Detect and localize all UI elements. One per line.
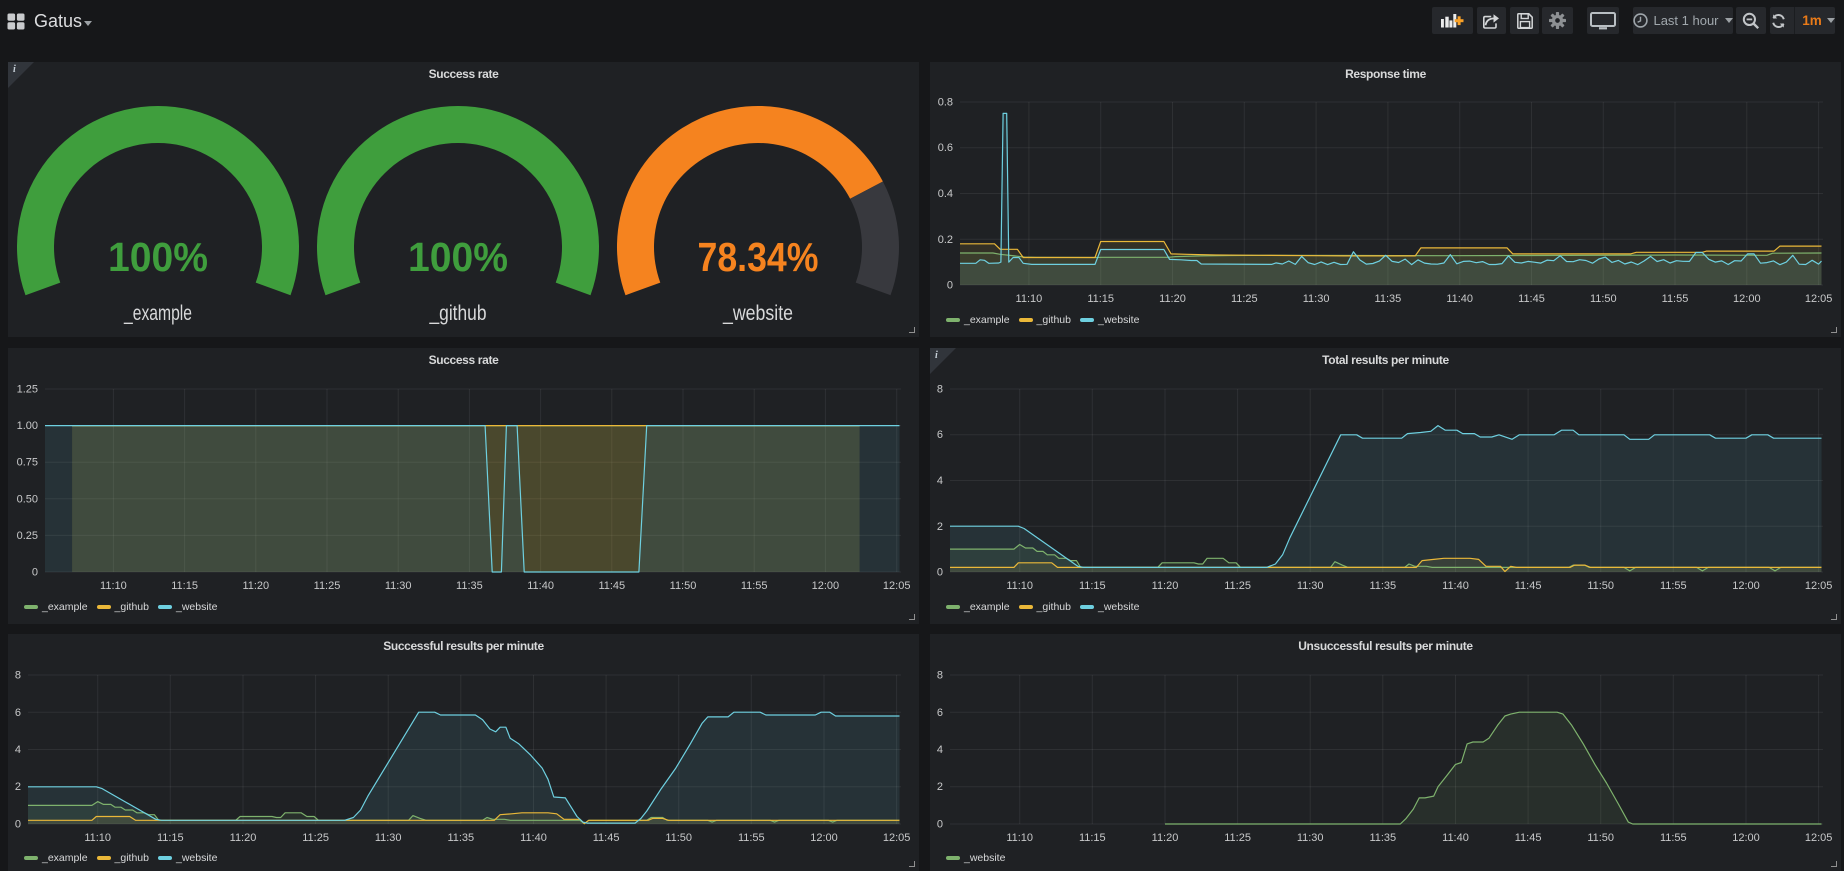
svg-text:11:10: 11:10 xyxy=(84,832,111,844)
svg-text:_website: _website xyxy=(722,302,793,325)
svg-text:11:40: 11:40 xyxy=(1442,832,1469,844)
svg-text:11:50: 11:50 xyxy=(665,832,692,844)
svg-text:0: 0 xyxy=(937,567,943,579)
svg-text:11:55: 11:55 xyxy=(1660,832,1687,844)
svg-text:0.50: 0.50 xyxy=(17,493,38,505)
svg-text:78.34%: 78.34% xyxy=(698,234,819,280)
svg-text:12:05: 12:05 xyxy=(883,832,911,844)
svg-text:11:15: 11:15 xyxy=(171,580,198,592)
svg-text:4: 4 xyxy=(937,744,943,756)
svg-text:11:20: 11:20 xyxy=(242,580,269,592)
svg-text:11:30: 11:30 xyxy=(1303,293,1330,305)
svg-text:11:20: 11:20 xyxy=(1152,580,1179,592)
svg-text:0: 0 xyxy=(15,819,21,831)
svg-text:2: 2 xyxy=(15,781,21,793)
svg-text:11:25: 11:25 xyxy=(1224,580,1251,592)
svg-text:11:45: 11:45 xyxy=(1515,832,1542,844)
svg-text:2: 2 xyxy=(937,781,943,793)
svg-text:11:40: 11:40 xyxy=(520,832,547,844)
svg-text:11:35: 11:35 xyxy=(447,832,474,844)
svg-text:4: 4 xyxy=(15,744,21,756)
svg-text:4: 4 xyxy=(937,475,943,487)
svg-text:_example: _example xyxy=(123,302,192,325)
svg-text:11:50: 11:50 xyxy=(670,580,697,592)
svg-text:11:55: 11:55 xyxy=(741,580,768,592)
svg-text:11:15: 11:15 xyxy=(1087,293,1114,305)
svg-text:11:10: 11:10 xyxy=(100,580,127,592)
svg-text:11:35: 11:35 xyxy=(456,580,483,592)
svg-text:12:05: 12:05 xyxy=(1805,293,1833,305)
svg-text:11:10: 11:10 xyxy=(1006,832,1033,844)
svg-text:11:25: 11:25 xyxy=(1224,832,1251,844)
svg-text:11:30: 11:30 xyxy=(385,580,412,592)
svg-text:1.25: 1.25 xyxy=(17,384,38,396)
svg-text:8: 8 xyxy=(15,670,21,682)
svg-text:11:25: 11:25 xyxy=(314,580,341,592)
svg-text:6: 6 xyxy=(15,707,21,719)
svg-text:2: 2 xyxy=(937,521,943,533)
svg-text:11:25: 11:25 xyxy=(1231,293,1258,305)
svg-text:100%: 100% xyxy=(108,234,208,280)
svg-text:11:10: 11:10 xyxy=(1006,580,1033,592)
svg-text:11:55: 11:55 xyxy=(1662,293,1689,305)
svg-text:0.25: 0.25 xyxy=(17,530,38,542)
svg-text:11:35: 11:35 xyxy=(1369,832,1396,844)
svg-text:12:05: 12:05 xyxy=(1805,580,1833,592)
svg-text:11:30: 11:30 xyxy=(1297,832,1324,844)
svg-text:0.8: 0.8 xyxy=(938,97,953,109)
svg-text:11:45: 11:45 xyxy=(593,832,620,844)
svg-text:100%: 100% xyxy=(408,234,508,280)
svg-text:11:30: 11:30 xyxy=(1297,580,1324,592)
svg-text:0: 0 xyxy=(947,280,953,292)
svg-text:11:20: 11:20 xyxy=(1159,293,1186,305)
svg-text:12:00: 12:00 xyxy=(1732,832,1760,844)
svg-text:0: 0 xyxy=(937,819,943,831)
svg-text:11:25: 11:25 xyxy=(302,832,329,844)
svg-text:_github: _github xyxy=(429,302,487,325)
svg-text:11:10: 11:10 xyxy=(1016,293,1043,305)
svg-text:11:20: 11:20 xyxy=(1152,832,1179,844)
svg-text:11:40: 11:40 xyxy=(1442,580,1469,592)
svg-text:12:05: 12:05 xyxy=(1805,832,1833,844)
svg-text:12:05: 12:05 xyxy=(883,580,911,592)
svg-text:6: 6 xyxy=(937,429,943,441)
svg-text:11:15: 11:15 xyxy=(1079,580,1106,592)
svg-text:11:35: 11:35 xyxy=(1369,580,1396,592)
svg-text:11:20: 11:20 xyxy=(230,832,257,844)
svg-text:11:45: 11:45 xyxy=(1518,293,1545,305)
svg-text:12:00: 12:00 xyxy=(1732,580,1760,592)
svg-text:8: 8 xyxy=(937,670,943,682)
svg-text:11:15: 11:15 xyxy=(157,832,184,844)
svg-text:11:50: 11:50 xyxy=(1590,293,1617,305)
svg-text:0.2: 0.2 xyxy=(938,234,953,246)
svg-text:11:15: 11:15 xyxy=(1079,832,1106,844)
svg-text:12:00: 12:00 xyxy=(812,580,840,592)
svg-text:11:40: 11:40 xyxy=(1446,293,1473,305)
svg-text:8: 8 xyxy=(937,384,943,396)
svg-text:0.4: 0.4 xyxy=(938,188,953,200)
svg-text:11:45: 11:45 xyxy=(598,580,625,592)
svg-text:12:00: 12:00 xyxy=(810,832,838,844)
svg-text:11:35: 11:35 xyxy=(1375,293,1402,305)
svg-text:11:55: 11:55 xyxy=(738,832,765,844)
svg-text:11:45: 11:45 xyxy=(1515,580,1542,592)
svg-text:11:30: 11:30 xyxy=(375,832,402,844)
svg-text:0.75: 0.75 xyxy=(17,457,38,469)
svg-text:0.6: 0.6 xyxy=(938,142,953,154)
svg-text:0: 0 xyxy=(32,567,38,579)
svg-text:1.00: 1.00 xyxy=(17,420,38,432)
svg-text:11:40: 11:40 xyxy=(527,580,554,592)
svg-text:11:50: 11:50 xyxy=(1587,832,1614,844)
svg-text:12:00: 12:00 xyxy=(1733,293,1761,305)
svg-text:11:50: 11:50 xyxy=(1587,580,1614,592)
svg-text:6: 6 xyxy=(937,707,943,719)
svg-text:11:55: 11:55 xyxy=(1660,580,1687,592)
